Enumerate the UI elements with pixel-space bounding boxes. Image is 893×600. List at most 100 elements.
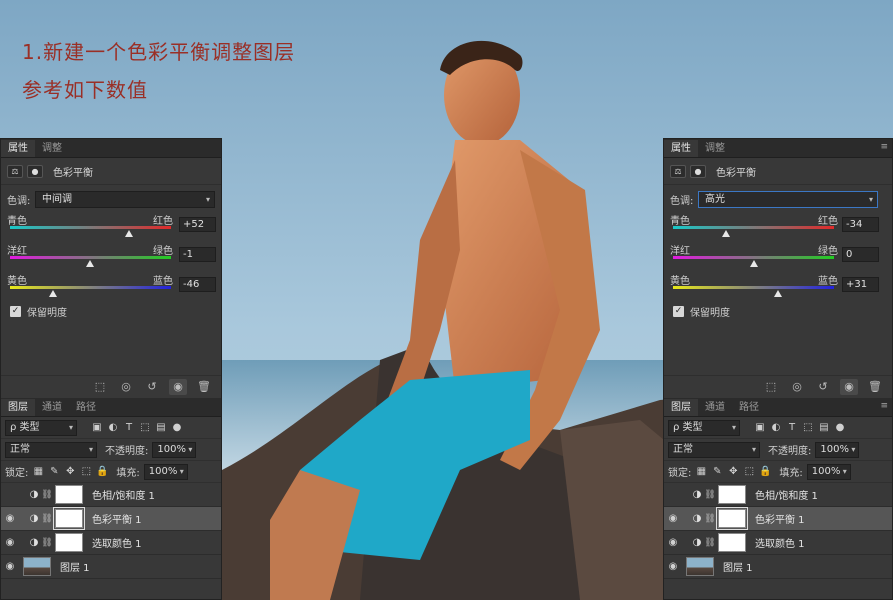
slider-track[interactable] <box>10 256 171 259</box>
link-icon[interactable]: ⛓ <box>704 514 716 524</box>
adjustment-filter-icon[interactable]: ◐ <box>770 422 782 434</box>
view-previous-icon[interactable]: ◎ <box>117 379 135 395</box>
layer-thumbnail[interactable] <box>686 557 714 576</box>
layer-mask-thumbnail[interactable] <box>53 507 85 530</box>
type-filter-icon[interactable]: T <box>123 422 135 434</box>
filter-toggle-icon[interactable]: ● <box>834 422 846 434</box>
layer-name[interactable]: 色彩平衡 1 <box>92 511 142 526</box>
layer-name[interactable]: 色彩平衡 1 <box>755 511 805 526</box>
layer-row[interactable]: ◉ ◑ ⛓ 色彩平衡 1 <box>1 507 221 531</box>
reset-icon[interactable]: ↺ <box>814 379 832 395</box>
layer-name[interactable]: 色相/饱和度 1 <box>755 487 818 502</box>
mask-icon[interactable]: ● <box>690 164 706 178</box>
tab-properties[interactable]: 属性 <box>664 140 698 157</box>
clip-to-layer-icon[interactable]: ⬚ <box>91 379 109 395</box>
layer-filter-select[interactable]: ρ 类型 ▾ <box>668 419 740 436</box>
slider-value-input[interactable]: +52 <box>179 217 216 232</box>
fill-input[interactable]: 100% ▾ <box>806 463 851 480</box>
layer-row[interactable]: ◉ ◑ ⛓ 色相/饱和度 1 <box>664 483 892 507</box>
lock-artboard-icon[interactable]: ⬚ <box>80 466 92 478</box>
eye-icon[interactable]: ◉ <box>664 537 682 548</box>
layer-row[interactable]: ◉ ◑ ⛓ 色彩平衡 1 <box>664 507 892 531</box>
type-filter-icon[interactable]: T <box>786 422 798 434</box>
tone-select[interactable]: 中间调 ▾ <box>35 190 215 208</box>
eye-icon[interactable]: ◉ <box>1 513 19 524</box>
lock-all-icon[interactable]: 🔒 <box>96 466 108 478</box>
filter-toggle-icon[interactable]: ● <box>171 422 183 434</box>
slider-value-input[interactable]: 0 <box>842 247 879 262</box>
preserve-luminosity-checkbox[interactable]: ✓ <box>10 305 21 317</box>
layer-mask-thumbnail[interactable] <box>718 533 746 552</box>
panel-menu-icon[interactable]: ≡ <box>880 401 888 411</box>
preserve-luminosity-row[interactable]: ✓ 保留明度 <box>664 302 892 320</box>
clip-to-layer-icon[interactable]: ⬚ <box>762 379 780 395</box>
image-filter-icon[interactable]: ▣ <box>754 422 766 434</box>
visibility-icon[interactable]: ◉ <box>169 378 187 395</box>
layer-mask-thumbnail[interactable] <box>55 485 83 504</box>
slider-thumb[interactable] <box>85 260 94 267</box>
layer-name[interactable]: 色相/饱和度 1 <box>92 487 155 502</box>
lock-all-icon[interactable]: 🔒 <box>759 466 771 478</box>
preserve-luminosity-checkbox[interactable]: ✓ <box>673 305 684 317</box>
image-filter-icon[interactable]: ▣ <box>91 422 103 434</box>
smart-object-filter-icon[interactable]: ▤ <box>818 422 830 434</box>
layer-row[interactable]: ◉ ◑ ⛓ 色相/饱和度 1 <box>1 483 221 507</box>
slider-thumb[interactable] <box>49 290 58 297</box>
layer-row[interactable]: ◉ 图层 1 <box>664 555 892 579</box>
panel-menu-icon[interactable]: ≡ <box>880 142 888 152</box>
visibility-icon[interactable]: ◉ <box>840 378 858 395</box>
eye-icon[interactable]: ◉ <box>1 489 19 500</box>
eye-icon[interactable]: ◉ <box>664 513 682 524</box>
eye-icon[interactable]: ◉ <box>664 489 682 500</box>
link-icon[interactable]: ⛓ <box>41 538 53 548</box>
preserve-luminosity-row[interactable]: ✓ 保留明度 <box>1 302 221 320</box>
slider-thumb[interactable] <box>722 230 731 237</box>
layer-name[interactable]: 图层 1 <box>60 559 90 574</box>
trash-icon[interactable]: 🗑 <box>866 379 884 395</box>
layer-row[interactable]: ◉ ◑ ⛓ 选取颜色 1 <box>664 531 892 555</box>
layer-row[interactable]: ◉ ◑ ⛓ 选取颜色 1 <box>1 531 221 555</box>
blend-mode-select[interactable]: 正常 ▾ <box>668 441 760 458</box>
slider-thumb[interactable] <box>125 230 134 237</box>
tab-channels[interactable]: 通道 <box>698 399 732 416</box>
layer-mask-thumbnail[interactable] <box>718 485 746 504</box>
shape-filter-icon[interactable]: ⬚ <box>139 422 151 434</box>
tab-layers[interactable]: 图层 <box>664 399 698 416</box>
slider-value-input[interactable]: -46 <box>179 277 216 292</box>
lock-transparent-icon[interactable]: ▦ <box>32 466 44 478</box>
layer-thumbnail[interactable] <box>23 557 51 576</box>
slider-value-input[interactable]: +31 <box>842 277 879 292</box>
lock-position-icon[interactable]: ✥ <box>727 466 739 478</box>
tab-adjustments[interactable]: 调整 <box>35 140 69 157</box>
tab-adjustments[interactable]: 调整 <box>698 140 732 157</box>
slider-track[interactable] <box>673 286 834 289</box>
smart-object-filter-icon[interactable]: ▤ <box>155 422 167 434</box>
slider-value-input[interactable]: -34 <box>842 217 879 232</box>
tab-properties[interactable]: 属性 <box>1 140 35 157</box>
tab-paths[interactable]: 路径 <box>69 399 103 416</box>
eye-icon[interactable]: ◉ <box>664 561 682 572</box>
lock-pixels-icon[interactable]: ✎ <box>48 466 60 478</box>
lock-artboard-icon[interactable]: ⬚ <box>743 466 755 478</box>
link-icon[interactable]: ⛓ <box>41 514 53 524</box>
view-previous-icon[interactable]: ◎ <box>788 379 806 395</box>
layer-name[interactable]: 选取颜色 1 <box>92 535 142 550</box>
fill-input[interactable]: 100% ▾ <box>143 463 188 480</box>
adjustment-filter-icon[interactable]: ◐ <box>107 422 119 434</box>
link-icon[interactable]: ⛓ <box>41 490 53 500</box>
tone-select[interactable]: 高光 ▾ <box>698 190 878 208</box>
slider-track[interactable] <box>673 226 834 229</box>
layer-name[interactable]: 图层 1 <box>723 559 753 574</box>
eye-icon[interactable]: ◉ <box>1 537 19 548</box>
tab-layers[interactable]: 图层 <box>1 399 35 416</box>
link-icon[interactable]: ⛓ <box>704 538 716 548</box>
slider-track[interactable] <box>10 286 171 289</box>
tab-channels[interactable]: 通道 <box>35 399 69 416</box>
opacity-input[interactable]: 100% ▾ <box>815 441 860 458</box>
link-icon[interactable]: ⛓ <box>704 490 716 500</box>
blend-mode-select[interactable]: 正常 ▾ <box>5 441 97 458</box>
slider-track[interactable] <box>10 226 171 229</box>
lock-pixels-icon[interactable]: ✎ <box>711 466 723 478</box>
trash-icon[interactable]: 🗑 <box>195 379 213 395</box>
tab-paths[interactable]: 路径 <box>732 399 766 416</box>
